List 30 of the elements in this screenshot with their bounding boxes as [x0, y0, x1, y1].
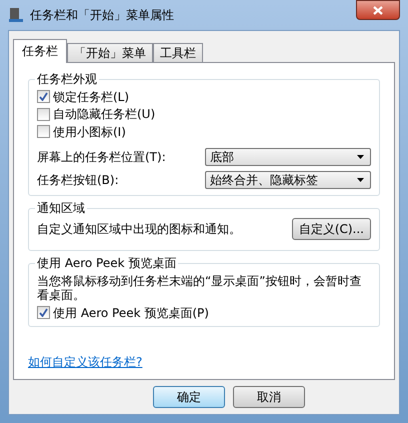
description-text: 当您将鼠标移动到任务栏末端的“显示桌面”按钮时，会暂时查看桌面。 — [37, 274, 362, 303]
dropdown[interactable]: 始终合并、隐藏标签 — [205, 170, 371, 189]
checkbox[interactable] — [37, 125, 50, 138]
tab[interactable]: 「开始」菜单 — [67, 43, 153, 62]
customize-button[interactable]: 自定义(C)... — [292, 218, 371, 240]
close-icon — [373, 6, 383, 14]
checkbox-label: 使用小图标(I) — [53, 124, 126, 139]
caret-icon — [357, 178, 364, 182]
checkbox[interactable] — [37, 90, 50, 104]
group-title: 使用 Aero Peek 预览桌面 — [35, 256, 178, 271]
group-title: 任务栏外观 — [35, 72, 99, 87]
checkbox-label: 锁定任务栏(L) — [53, 90, 130, 104]
dialog-button[interactable]: 取消 — [233, 386, 305, 408]
dropdown-label: 屏幕上的任务栏位置(T): — [37, 150, 166, 164]
dropdown[interactable]: 底部 — [205, 148, 371, 166]
tab[interactable]: 任务栏 — [13, 39, 67, 64]
group-title: 通知区域 — [35, 200, 87, 216]
caret-icon — [357, 154, 364, 159]
dropdown-label: 任务栏按钮(B): — [37, 172, 119, 188]
checkbox-label: 自动隐藏任务栏(U) — [53, 107, 156, 122]
help-link[interactable]: 如何自定义该任务栏? — [28, 354, 142, 369]
description-text: 自定义通知区域中出现的图标和通知。 — [37, 222, 241, 237]
tab[interactable]: 工具栏 — [153, 43, 203, 62]
window-title: 任务栏和「开始」菜单属性 — [30, 8, 175, 22]
taskbar-icon — [8, 7, 24, 23]
checkbox-label: 使用 Aero Peek 预览桌面(P) — [53, 306, 209, 320]
checkbox[interactable] — [37, 108, 50, 121]
close-button[interactable] — [356, 0, 400, 20]
dialog-button[interactable]: 确定 — [153, 386, 225, 408]
checkbox[interactable] — [37, 306, 50, 320]
